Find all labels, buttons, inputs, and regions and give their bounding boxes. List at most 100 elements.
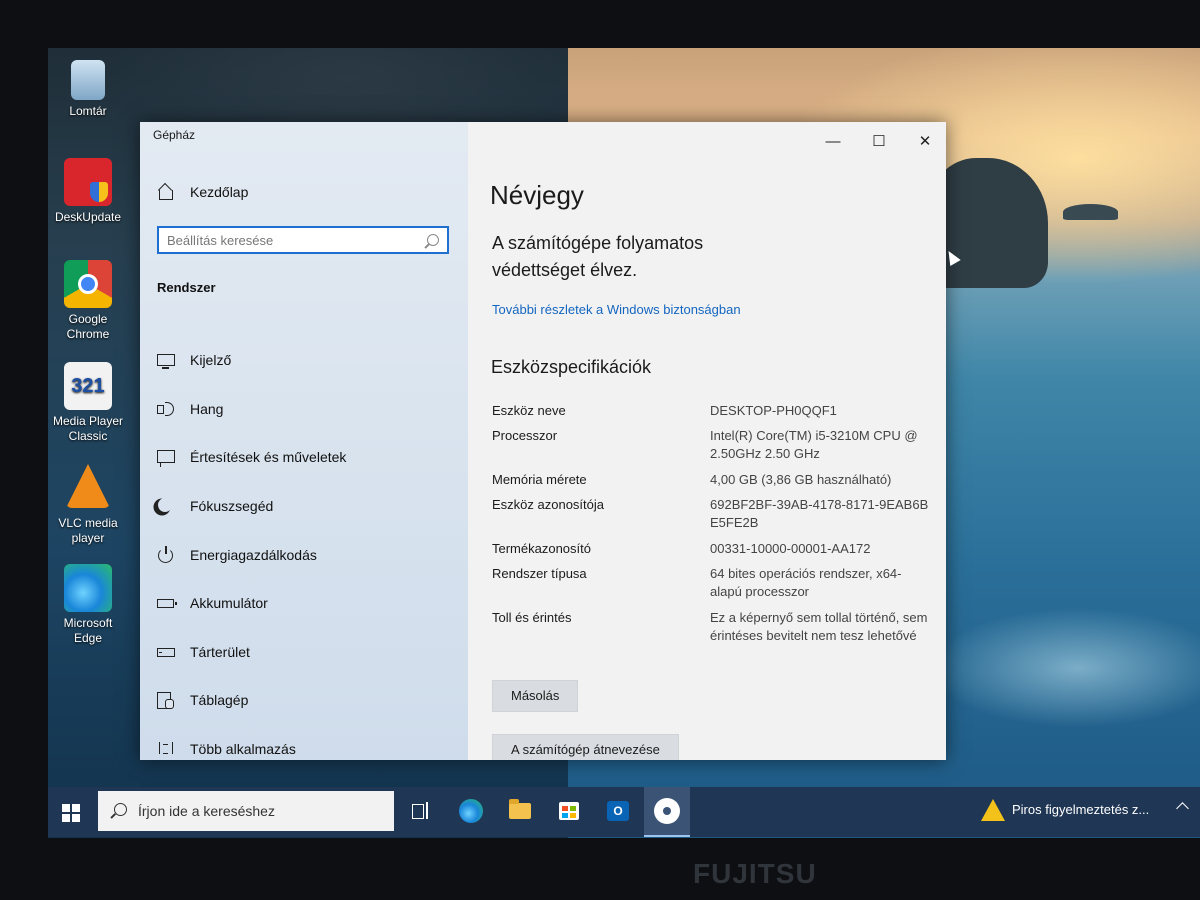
speaker-icon: [156, 400, 178, 418]
sidebar-item-focus-assist[interactable]: Fókuszsegéd: [156, 482, 456, 531]
search-icon: [427, 234, 439, 246]
start-button[interactable]: [62, 804, 80, 822]
sidebar-item-sound[interactable]: Hang: [156, 385, 456, 434]
sidebar-item-label: Energiagazdálkodás: [190, 546, 317, 563]
sidebar-item-label: Több alkalmazás: [190, 741, 296, 758]
copy-button[interactable]: Másolás: [492, 680, 579, 712]
store-icon[interactable]: [559, 802, 579, 820]
spec-label: Processzor: [492, 428, 558, 443]
notification-icon: [156, 448, 178, 468]
spec-label: Termékazonosító: [492, 541, 591, 556]
sidebar-section-title: Rendszer: [157, 280, 216, 295]
search-icon: [114, 803, 127, 816]
sidebar-item-multitasking[interactable]: Több alkalmazás: [156, 725, 456, 760]
minimize-button[interactable]: —: [813, 130, 853, 154]
warning-icon[interactable]: [981, 799, 1005, 821]
sidebar-item-label: Kijelző: [190, 352, 232, 369]
sidebar-item-label: Tárterület: [190, 643, 250, 660]
sidebar-nav-list: Kijelző Hang Értesítések és műveletek Fó…: [156, 336, 456, 760]
recycle-bin-icon: [71, 60, 105, 100]
task-view-icon[interactable]: [406, 796, 436, 826]
desktop-icon-label: Google Chrome: [66, 312, 110, 341]
settings-content: — ☐ ✕ Névjegy A számítógépe folyamatos v…: [468, 122, 946, 760]
spec-value: 00331-10000-00001-AA172: [710, 541, 871, 556]
tablet-icon: [156, 691, 178, 710]
chevron-up-icon[interactable]: [1176, 802, 1189, 815]
rename-pc-button[interactable]: A számítógép átnevezése: [492, 734, 679, 760]
moon-icon: [156, 497, 178, 515]
spec-value: 692BF2BF-39AB-4178-8171-9EAB6BE5FE2B: [710, 497, 929, 530]
spec-label: Eszköz neve: [492, 403, 566, 418]
taskbar-search-input[interactable]: Írjon ide a kereséshez: [98, 791, 394, 831]
settings-taskbar-button[interactable]: [644, 787, 690, 837]
settings-sidebar: Gépház Kezdőlap Beállítás keresése Rends…: [140, 122, 468, 760]
desktop-icon-label: DeskUpdate: [54, 210, 122, 224]
spec-value: 64 bites operációs rendszer, x64-alapú p…: [710, 566, 902, 599]
search-placeholder: Beállítás keresése: [167, 233, 274, 248]
specs-section-title: Eszközspecifikációk: [491, 357, 652, 377]
windows-logo-pane: [62, 814, 70, 822]
windows-logo-icon: [62, 804, 70, 812]
chrome-icon: [64, 260, 112, 308]
wallpaper-islet: [1063, 204, 1118, 220]
monitor-icon: [156, 351, 178, 369]
windows-logo-pane: [72, 804, 80, 812]
power-icon: [156, 545, 178, 564]
outlook-icon[interactable]: O: [607, 801, 629, 821]
sidebar-item-label: Fókuszsegéd: [190, 498, 274, 515]
notification-text[interactable]: Piros figyelmeztetés z...: [1012, 802, 1149, 817]
window-title: Gépház: [153, 128, 196, 142]
desktop-icon-media-player[interactable]: 321 Media Player Classic: [45, 362, 131, 444]
home-icon: [156, 183, 178, 201]
security-details-link[interactable]: További részletek a Windows biztonságban: [492, 302, 741, 317]
sidebar-item-label: Akkumulátor: [190, 595, 268, 612]
spec-label: Rendszer típusa: [492, 566, 587, 581]
desktop-icon-edge[interactable]: Microsoft Edge: [45, 564, 131, 646]
desktop-icon-recycle-bin[interactable]: Lomtár: [45, 60, 131, 119]
desktop-icon-label: VLC media player: [58, 516, 118, 545]
spec-value: DESKTOP-PH0QQF1: [710, 403, 837, 418]
spec-label: Memória mérete: [492, 472, 587, 487]
taskbar-search-placeholder: Írjon ide a kereséshez: [138, 803, 275, 819]
settings-search-input[interactable]: Beállítás keresése: [157, 226, 449, 254]
edge-taskbar-icon[interactable]: [459, 799, 483, 823]
vlc-icon: [66, 464, 110, 508]
sidebar-item-power[interactable]: Energiagazdálkodás: [156, 530, 456, 579]
sidebar-item-tablet[interactable]: Táblagép: [156, 676, 456, 725]
desktop-icon-label: Microsoft Edge: [63, 616, 113, 645]
maximize-button[interactable]: ☐: [859, 130, 899, 154]
storage-icon: [156, 643, 178, 661]
close-button[interactable]: ✕: [905, 130, 945, 154]
battery-icon: [156, 594, 178, 612]
wallpaper-foam: [928, 608, 1200, 728]
sidebar-item-label: Értesítések és műveletek: [190, 449, 347, 466]
edge-icon: [64, 564, 112, 612]
security-status-text: A számítógépe folyamatos védettséget élv…: [492, 233, 704, 280]
sidebar-item-notifications[interactable]: Értesítések és műveletek: [156, 433, 456, 482]
desktop-icon-label: Lomtár: [69, 104, 107, 118]
windows-logo-pane: [72, 814, 80, 822]
spec-value: Intel(R) Core(TM) i5-3210M CPU @ 2.50GHz…: [710, 428, 918, 461]
sidebar-item-display[interactable]: Kijelző: [156, 336, 456, 385]
spec-value: 4,00 GB (3,86 GB használható): [710, 472, 892, 487]
nav-home[interactable]: Kezdőlap: [156, 180, 248, 204]
wallpaper-rock-right: [928, 158, 1048, 288]
multitasking-icon: [156, 740, 178, 758]
taskbar: Írjon ide a kereséshez O Piros figyelmez…: [48, 787, 1200, 837]
deskupdate-icon: [64, 158, 112, 206]
spec-label: Eszköz azonosítója: [492, 497, 605, 512]
desktop-icon-deskupdate[interactable]: DeskUpdate: [45, 158, 131, 225]
desktop-icon-vlc[interactable]: VLC media player: [45, 464, 131, 546]
sidebar-item-label: Hang: [190, 400, 224, 417]
desktop-icon-chrome[interactable]: Google Chrome: [45, 260, 131, 342]
sidebar-item-storage[interactable]: Tárterület: [156, 628, 456, 677]
sidebar-item-battery[interactable]: Akkumulátor: [156, 579, 456, 628]
media-player-icon: 321: [64, 362, 112, 410]
spec-label: Toll és érintés: [492, 610, 572, 625]
laptop-brand-logo: FUJITSU: [693, 858, 817, 889]
nav-home-label: Kezdőlap: [190, 184, 249, 200]
desktop-icon-label: Media Player Classic: [52, 414, 124, 443]
file-explorer-icon[interactable]: [509, 799, 531, 819]
sidebar-item-label: Táblagép: [190, 692, 249, 709]
spec-value: Ez a képernyő sem tollal történő, sem ér…: [710, 610, 928, 643]
